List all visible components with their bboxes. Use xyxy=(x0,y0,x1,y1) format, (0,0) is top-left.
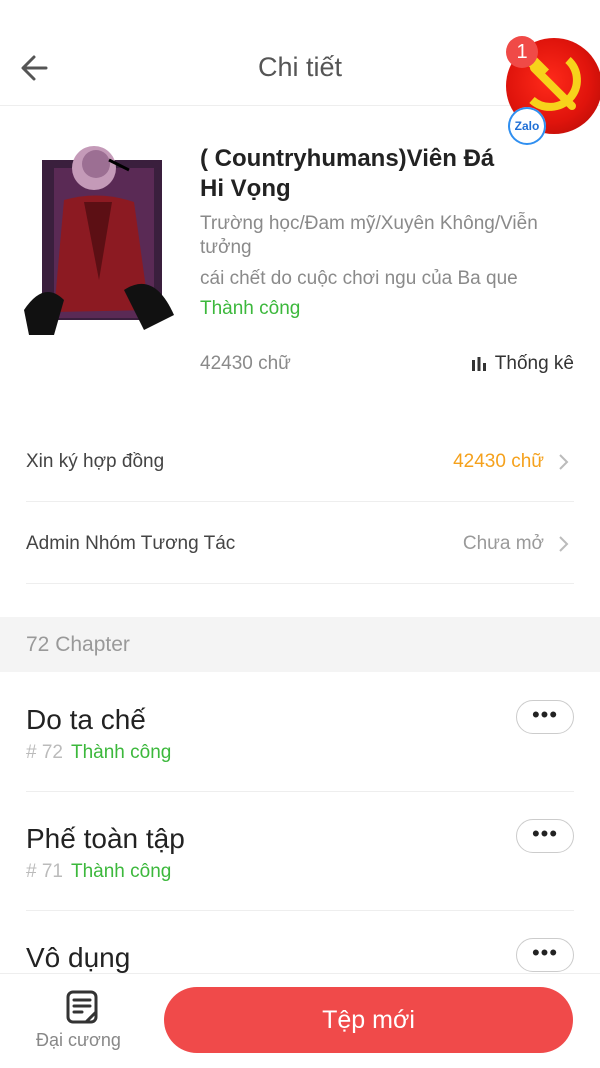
chapter-title: Vô dụng xyxy=(26,942,131,973)
stats-label: Thống kê xyxy=(494,353,574,374)
chapter-status: Thành công xyxy=(70,742,172,763)
chapter-status: Thành công xyxy=(70,861,172,882)
outline-document-icon[interactable] xyxy=(66,990,98,1024)
contract-row[interactable]: Xin ký hợp đồng 42430 chữ xyxy=(26,421,574,502)
zalo-icon: Zalo xyxy=(508,107,546,145)
more-options-button[interactable]: ••• xyxy=(516,700,574,734)
chapter-meta: # 72 Thành công xyxy=(26,742,171,764)
story-title: ( Countryhumans)Viên Đá Hi Vọng xyxy=(200,145,495,202)
chevron-right-icon xyxy=(559,454,569,470)
chevron-right-icon xyxy=(559,536,569,552)
more-options-button[interactable]: ••• xyxy=(516,938,574,972)
admin-group-value: Chưa mở xyxy=(462,533,544,554)
chapter-item[interactable]: Do ta chế # 72 Thành công ••• xyxy=(26,672,574,792)
bar-chart-icon xyxy=(471,357,486,371)
chapter-title: Phế toàn tập xyxy=(26,823,185,854)
notification-badge: 1 xyxy=(506,36,538,68)
story-cover-image[interactable] xyxy=(24,140,176,340)
stats-button[interactable]: Thống kê xyxy=(471,353,574,375)
contract-label: Xin ký hợp đồng xyxy=(26,451,165,472)
chapter-count-header: 72 Chapter xyxy=(0,617,600,672)
story-description: cái chết do cuộc chơi ngu của Ba que xyxy=(200,268,518,289)
new-file-button[interactable]: Tệp mới xyxy=(164,987,573,1053)
outline-label[interactable]: Đại cương xyxy=(36,1030,121,1051)
story-genres: Trường học/Đam mỹ/Xuyên Không/Viễn tưởng xyxy=(200,213,538,258)
contract-value: 42430 chữ xyxy=(453,451,544,472)
chapter-number: # 71 xyxy=(26,861,63,882)
story-status: Thành công xyxy=(200,298,301,319)
admin-group-row[interactable]: Admin Nhóm Tương Tác Chưa mở xyxy=(26,503,574,584)
chapter-item[interactable]: Phế toàn tập # 71 Thành công ••• xyxy=(26,791,574,911)
chapter-count-label: 72 Chapter xyxy=(26,633,130,656)
word-count: 42430 chữ xyxy=(200,353,291,374)
chapter-title: Do ta chế xyxy=(26,704,146,735)
admin-group-label: Admin Nhóm Tương Tác xyxy=(26,533,236,554)
more-options-button[interactable]: ••• xyxy=(516,819,574,853)
chapter-meta: # 71 Thành công xyxy=(26,861,171,883)
chapter-number: # 72 xyxy=(26,742,63,763)
